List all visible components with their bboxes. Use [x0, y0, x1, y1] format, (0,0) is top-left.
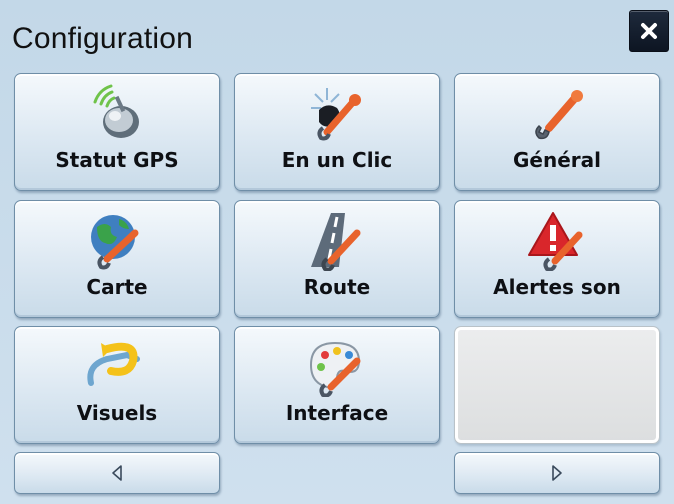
empty-slot [454, 326, 660, 444]
triangle-right-icon [552, 465, 562, 481]
statut-gps-button[interactable]: Statut GPS [14, 73, 220, 191]
triangle-left-icon [112, 465, 122, 481]
tile-label: Carte [86, 275, 148, 299]
general-button[interactable]: Général [454, 73, 660, 191]
palette-wrench-icon [309, 341, 361, 397]
close-button[interactable] [629, 10, 669, 52]
carte-button[interactable]: Carte [14, 200, 220, 318]
route-button[interactable]: Route [234, 200, 440, 318]
wrench-icon [535, 90, 583, 140]
tile-label: Général [513, 148, 601, 172]
next-page-button[interactable] [454, 452, 660, 494]
previous-page-button[interactable] [14, 452, 220, 494]
interface-button[interactable]: Interface [234, 326, 440, 444]
configuration-screen: Configuration Statut GPS En un Clic Géné… [0, 0, 674, 504]
en-un-clic-button[interactable]: En un Clic [234, 73, 440, 191]
tile-label: Route [303, 275, 371, 299]
tile-label: Interface [285, 401, 389, 425]
tile-label: Statut GPS [55, 148, 179, 172]
alertes-son-button[interactable]: Alertes son [454, 200, 660, 318]
tile-label: Visuels [76, 401, 158, 425]
one-click-icon [311, 88, 361, 141]
road-wrench-icon [311, 213, 361, 271]
globe-wrench-icon [91, 215, 139, 270]
warning-wrench-icon [528, 212, 583, 271]
tile-label: Alertes son [493, 275, 621, 299]
tile-label: En un Clic [281, 148, 393, 172]
page-title: Configuration [12, 22, 194, 55]
gps-satellite-icon [93, 84, 139, 138]
close-icon [641, 23, 657, 39]
visuals-arrow-icon [87, 342, 140, 386]
visuels-button[interactable]: Visuels [14, 326, 220, 444]
